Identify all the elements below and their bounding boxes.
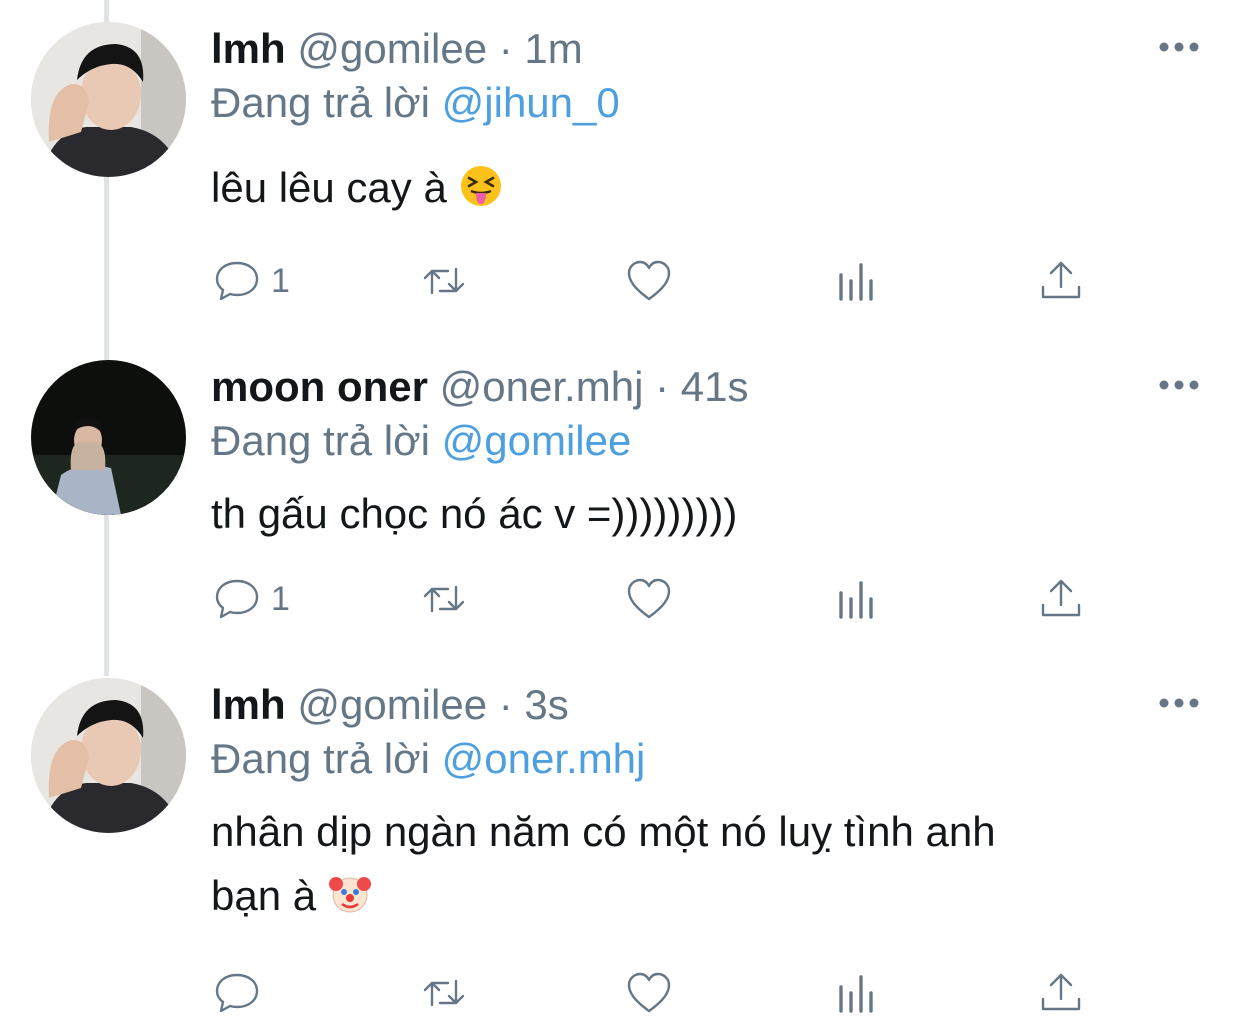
reply-count: 1 xyxy=(271,261,290,300)
analytics-button[interactable] xyxy=(833,256,881,306)
timestamp[interactable]: 1m xyxy=(524,25,582,72)
tweet-text: lêu lêu cay à xyxy=(211,156,1171,220)
more-icon xyxy=(1159,698,1199,708)
analytics-icon xyxy=(839,263,873,301)
replying-to: Đang trả lời @oner.mhj xyxy=(211,732,645,786)
more-icon xyxy=(1159,380,1199,390)
reply-icon xyxy=(215,261,259,301)
tweet-header: lmh @gomilee · 3s xyxy=(211,678,569,732)
like-button[interactable] xyxy=(625,256,673,306)
tweet-actions xyxy=(211,968,1111,1018)
mention-link[interactable]: @jihun_0 xyxy=(442,79,620,126)
like-button[interactable] xyxy=(625,574,673,624)
retweet-button[interactable] xyxy=(417,968,471,1018)
share-icon xyxy=(1041,261,1081,299)
share-icon xyxy=(1041,973,1081,1011)
more-options-button[interactable] xyxy=(1158,696,1200,708)
avatar[interactable] xyxy=(31,360,186,515)
retweet-icon xyxy=(423,585,465,613)
user-handle[interactable]: @oner.mhj xyxy=(440,363,644,410)
share-button[interactable] xyxy=(1037,574,1085,624)
timestamp[interactable]: 3s xyxy=(524,681,568,728)
avatar[interactable] xyxy=(31,678,186,833)
analytics-button[interactable] xyxy=(833,574,881,624)
reply-icon xyxy=(215,579,259,619)
display-name[interactable]: moon oner xyxy=(211,363,428,410)
replying-to-label: Đang trả lời xyxy=(211,79,430,126)
replying-to: Đang trả lời @gomilee xyxy=(211,414,631,468)
retweet-button[interactable] xyxy=(417,256,471,306)
tweet-text: th gấu chọc nó ác v =))))))))) xyxy=(211,490,738,537)
mention-link[interactable]: @oner.mhj xyxy=(442,735,646,782)
share-button[interactable] xyxy=(1037,968,1085,1018)
retweet-icon xyxy=(423,979,465,1007)
more-icon xyxy=(1159,42,1199,52)
more-options-button[interactable] xyxy=(1158,378,1200,390)
reply-button[interactable]: 1 xyxy=(213,256,290,306)
squinting-tongue-emoji xyxy=(460,166,501,206)
replying-to-label: Đang trả lời xyxy=(211,417,430,464)
retweet-icon xyxy=(423,267,465,295)
like-icon xyxy=(627,260,671,301)
reply-count: 1 xyxy=(271,579,290,618)
tweet-actions: 1 xyxy=(211,256,1111,306)
replying-to: Đang trả lời @jihun_0 xyxy=(211,76,620,130)
separator-dot: · xyxy=(655,363,670,410)
tweet-text: nhân dịp ngàn năm có một nó luỵ tình anh… xyxy=(211,808,996,919)
tweet-header: lmh @gomilee · 1m xyxy=(211,22,583,76)
like-icon xyxy=(627,972,671,1013)
retweet-button[interactable] xyxy=(417,574,471,624)
analytics-icon xyxy=(839,975,873,1013)
tweet-header: moon oner @oner.mhj · 41s xyxy=(211,360,748,414)
display-name[interactable]: lmh xyxy=(211,681,286,728)
clown-face-emoji xyxy=(328,877,371,913)
replying-to-label: Đang trả lời xyxy=(211,735,430,782)
separator-dot: · xyxy=(498,681,513,728)
reply-button[interactable]: 1 xyxy=(213,574,290,624)
reply-button[interactable] xyxy=(213,968,271,1018)
analytics-button[interactable] xyxy=(833,968,881,1018)
more-options-button[interactable] xyxy=(1158,40,1200,52)
like-button[interactable] xyxy=(625,968,673,1018)
analytics-icon xyxy=(839,581,873,619)
reply-icon xyxy=(215,973,259,1013)
like-icon xyxy=(627,578,671,619)
user-handle[interactable]: @gomilee xyxy=(297,681,487,728)
share-button[interactable] xyxy=(1037,256,1085,306)
mention-link[interactable]: @gomilee xyxy=(442,417,632,464)
display-name[interactable]: lmh xyxy=(211,25,286,72)
timestamp[interactable]: 41s xyxy=(681,363,749,410)
user-handle[interactable]: @gomilee xyxy=(297,25,487,72)
separator-dot: · xyxy=(498,25,513,72)
tweet-actions: 1 xyxy=(211,574,1111,624)
share-icon xyxy=(1041,579,1081,617)
avatar[interactable] xyxy=(31,22,186,177)
